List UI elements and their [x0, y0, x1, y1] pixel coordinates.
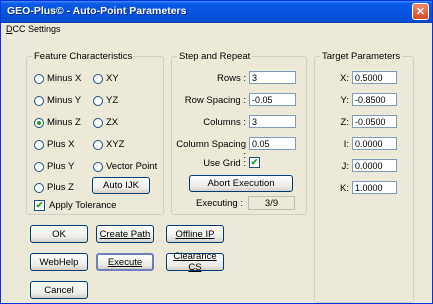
radio-vector-point[interactable]: Vector Point	[93, 161, 157, 172]
radio-plus-x[interactable]: Plus X	[34, 139, 74, 150]
execute-button[interactable]: Execute	[96, 253, 154, 271]
radio-circle	[34, 139, 44, 150]
columns-input[interactable]	[249, 115, 296, 128]
apply-tolerance-checkbox[interactable]: ✔ Apply Tolerance	[34, 200, 116, 211]
target-x-label: X:	[340, 73, 349, 84]
radio-label: Plus Z	[47, 182, 74, 193]
target-i-input[interactable]	[352, 137, 397, 150]
feature-characteristics-legend: Feature Characteristics	[34, 51, 133, 62]
webhelp-button[interactable]: WebHelp	[30, 253, 88, 271]
abort-execution-button[interactable]: Abort Execution	[189, 175, 293, 192]
radio-circle-selected	[34, 117, 44, 128]
radio-circle	[93, 139, 103, 150]
columns-label: Columns :	[203, 117, 246, 128]
close-icon: ✕	[415, 6, 426, 18]
menu-label-rest: CC Settings	[12, 24, 61, 34]
menu-bar: DCC Settings	[1, 23, 432, 37]
radio-plus-z[interactable]: Plus Z	[34, 182, 74, 193]
target-y-input[interactable]	[352, 93, 397, 106]
radio-label: Vector Point	[106, 161, 158, 172]
radio-minus-x[interactable]: Minus X	[34, 73, 81, 84]
radio-xy[interactable]: XY	[93, 73, 119, 84]
radio-label: Minus Y	[47, 95, 82, 106]
use-grid-checkbox[interactable]: ✔	[249, 157, 264, 168]
radio-circle	[93, 161, 103, 172]
target-z-input[interactable]	[352, 115, 397, 128]
executing-label: Executing :	[196, 198, 243, 209]
menu-dcc-settings[interactable]: DCC Settings	[6, 24, 61, 34]
radio-circle	[34, 182, 44, 193]
radio-plus-y[interactable]: Plus Y	[34, 161, 74, 172]
radio-minus-y[interactable]: Minus Y	[34, 95, 81, 106]
step-and-repeat-legend: Step and Repeat	[179, 51, 251, 62]
target-k-label: K:	[340, 183, 349, 194]
create-path-button[interactable]: Create Path	[96, 225, 154, 243]
row-spacing-input[interactable]	[249, 93, 296, 106]
row-spacing-label: Row Spacing :	[184, 95, 246, 106]
target-j-label: J:	[341, 161, 349, 172]
rows-label: Rows :	[216, 73, 246, 84]
target-x-input[interactable]	[352, 71, 397, 84]
target-z-label: Z:	[340, 117, 349, 128]
radio-circle	[34, 95, 44, 106]
radio-yz[interactable]: YZ	[93, 95, 118, 106]
radio-circle	[93, 117, 103, 128]
window-title: GEO-Plus© - Auto-Point Parameters	[7, 5, 187, 17]
target-k-input[interactable]	[352, 181, 397, 194]
target-parameters-group: Target Parameters	[314, 51, 414, 303]
radio-label: ZX	[106, 117, 119, 128]
ok-button[interactable]: OK	[30, 225, 88, 243]
radio-circle	[34, 73, 44, 84]
clearance-cs-button[interactable]: Clearance CS	[166, 251, 224, 273]
auto-ijk-button[interactable]: Auto IJK	[92, 177, 150, 194]
target-j-input[interactable]	[352, 159, 397, 172]
radio-label: Plus Y	[47, 161, 75, 172]
radio-circle	[93, 95, 103, 106]
radio-label: YZ	[106, 95, 119, 106]
target-y-label: Y:	[340, 95, 349, 106]
radio-label: Plus X	[47, 139, 75, 150]
radio-xyz[interactable]: XYZ	[93, 139, 124, 150]
executing-progress: 3/9	[248, 196, 295, 210]
target-parameters-legend: Target Parameters	[322, 51, 401, 62]
radio-zx[interactable]: ZX	[93, 117, 118, 128]
close-button[interactable]: ✕	[412, 3, 429, 20]
radio-label: Minus Z	[47, 117, 81, 128]
check-icon: ✔	[34, 200, 45, 211]
rows-input[interactable]	[249, 71, 296, 84]
radio-circle	[34, 161, 44, 172]
apply-tolerance-label: Apply Tolerance	[49, 200, 117, 211]
column-spacing-input[interactable]	[249, 137, 296, 150]
radio-minus-z[interactable]: Minus Z	[34, 117, 81, 128]
target-i-label: I:	[343, 139, 349, 150]
offline-ip-button[interactable]: Offline IP	[166, 225, 224, 243]
auto-point-parameters-window: GEO-Plus© - Auto-Point Parameters ✕ DCC …	[0, 0, 433, 304]
radio-circle	[93, 73, 103, 84]
radio-label: XY	[106, 73, 119, 84]
radio-label: XYZ	[106, 139, 125, 150]
title-bar[interactable]: GEO-Plus© - Auto-Point Parameters ✕	[1, 1, 432, 23]
cancel-button[interactable]: Cancel	[30, 281, 88, 299]
check-icon: ✔	[249, 157, 260, 168]
use-grid-label: Use Grid :	[203, 158, 246, 169]
radio-label: Minus X	[47, 73, 82, 84]
